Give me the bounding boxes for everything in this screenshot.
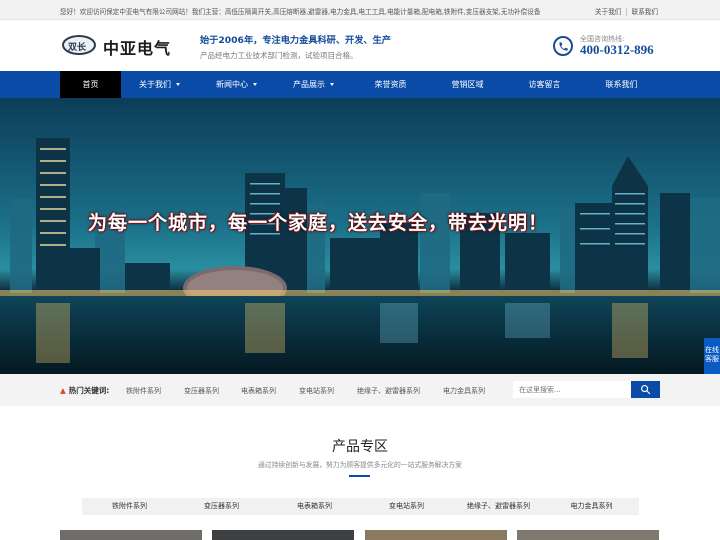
hotline-number[interactable]: 400-0312-896 (580, 42, 654, 58)
nav-label: 访客留言 (528, 80, 561, 89)
banner-slogan: 为每一个城市，每一个家庭，送去安全，带去光明！ (88, 212, 549, 234)
product-thumbnail[interactable] (60, 530, 202, 540)
search-icon (641, 385, 651, 395)
nav-contact[interactable]: 联系我们 (583, 71, 660, 98)
phone-icon (553, 36, 573, 56)
logo-emblem: 双长 (62, 35, 96, 55)
category-tab[interactable]: 变电站系列 (359, 498, 454, 515)
nav-marketing[interactable]: 营销区域 (429, 71, 506, 98)
caret-down-icon (330, 83, 334, 86)
nav-label: 首页 (82, 80, 99, 89)
search-button[interactable] (631, 381, 660, 398)
product-thumbnail[interactable] (365, 530, 507, 540)
search-box (513, 381, 660, 398)
nav-news[interactable]: 新闻中心 (198, 71, 275, 98)
slogan-subline: 产品经电力工业技术部门检测，试验项目合格。 (200, 51, 358, 60)
nav-label: 联系我们 (605, 80, 638, 89)
site-header: 双长 中亚电气 始于2006年，专注电力金具科研、开发、生产 产品经电力工业技术… (0, 20, 720, 71)
keyword-link[interactable]: 电表箱系列 (241, 386, 276, 396)
main-nav: 首页 关于我们 新闻中心 产品展示 荣誉资质 营销区域 访客留言 联系我们 (0, 71, 720, 98)
nav-home[interactable]: 首页 (60, 71, 121, 98)
logo-emblem-text: 双长 (68, 43, 87, 53)
product-thumbnail[interactable] (212, 530, 354, 540)
company-name: 中亚电气 (103, 39, 172, 58)
keyword-link[interactable]: 电力金具系列 (443, 386, 485, 396)
welcome-text: 您好！欢迎访问保定中亚电气有限公司网站！我们主营：高低压隔离开关,高压熔断器,避… (60, 8, 541, 16)
products-subtitle: 通过持续创新与发展，努力为顾客提供多元化的一站式服务解决方案 (258, 461, 462, 469)
keywords-label-text: 热门关键词: (68, 386, 110, 395)
keyword-link[interactable]: 变电站系列 (299, 386, 334, 396)
hotline: 全国咨询热线: 400-0312-896 (553, 34, 663, 60)
keywords-bar: ▲ 热门关键词: 铁附件系列 变压器系列 电表箱系列 变电站系列 绝缘子、避雷器系… (0, 374, 720, 406)
products-title: 产品专区 (332, 439, 388, 455)
nav-products[interactable]: 产品展示 (275, 71, 352, 98)
category-tab[interactable]: 变压器系列 (174, 498, 269, 515)
nav-label: 营销区域 (451, 80, 484, 89)
search-input[interactable] (513, 381, 631, 398)
top-bar: 您好！欢迎访问保定中亚电气有限公司网站！我们主营：高低压隔离开关,高压熔断器,避… (0, 0, 720, 20)
category-tab[interactable]: 电表箱系列 (267, 498, 362, 515)
city-skyline-image (0, 98, 720, 374)
about-us-link[interactable]: 关于我们 (595, 8, 621, 16)
category-tab[interactable]: 铁附件系列 (82, 498, 177, 515)
keyword-link[interactable]: 绝缘子、避雷器系列 (357, 386, 420, 396)
category-tab[interactable]: 电力金具系列 (544, 498, 639, 515)
caret-down-icon (253, 83, 257, 86)
nav-about[interactable]: 关于我们 (121, 71, 198, 98)
site-logo[interactable]: 双长 中亚电气 (62, 33, 182, 59)
nav-label: 关于我们 (139, 80, 171, 89)
slogan-headline: 始于2006年，专注电力金具科研、开发、生产 (200, 35, 391, 46)
fire-icon: ▲ (60, 386, 66, 395)
contact-us-link[interactable]: 联系我们 (632, 8, 658, 16)
keywords-label: ▲ 热门关键词: (60, 385, 109, 396)
online-service-tab[interactable]: 在线客服 (704, 338, 720, 374)
nav-honors[interactable]: 荣誉资质 (352, 71, 429, 98)
top-links-separator: | (625, 8, 628, 16)
nav-guestbook[interactable]: 访客留言 (506, 71, 583, 98)
nav-label: 新闻中心 (216, 80, 248, 89)
title-underline (349, 475, 370, 477)
category-tab[interactable]: 绝缘子、避雷器系列 (451, 498, 546, 515)
nav-label: 荣誉资质 (374, 80, 407, 89)
hero-banner: 为每一个城市，每一个家庭，送去安全，带去光明！ 在线客服 (0, 98, 720, 374)
nav-label: 产品展示 (293, 80, 325, 89)
keyword-link[interactable]: 变压器系列 (184, 386, 219, 396)
top-links: 关于我们 | 联系我们 (595, 6, 658, 16)
product-thumbnail[interactable] (517, 530, 659, 540)
keyword-link[interactable]: 铁附件系列 (126, 386, 161, 396)
header-slogan: 始于2006年，专注电力金具科研、开发、生产 产品经电力工业技术部门检测，试验项… (200, 32, 391, 61)
caret-down-icon (176, 83, 180, 86)
